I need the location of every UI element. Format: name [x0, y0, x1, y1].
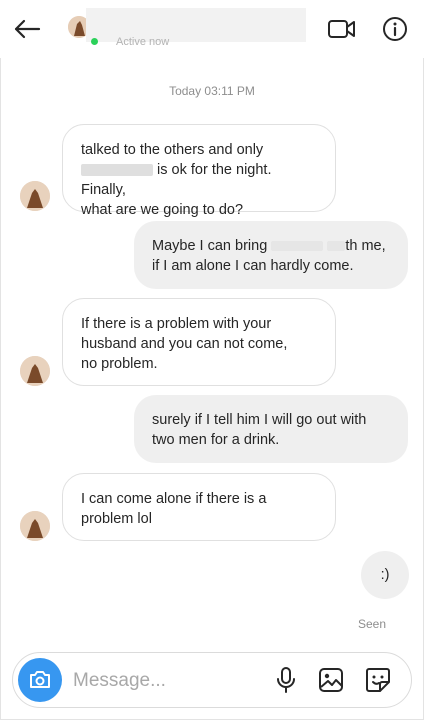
message-line: if I am alone I can hardly come.	[152, 258, 354, 274]
voice-message-button[interactable]	[271, 665, 301, 695]
message-line: :)	[380, 567, 390, 583]
message-bubble-sent[interactable]: :)	[361, 551, 409, 599]
message-line-text: Maybe I can bring	[152, 238, 268, 254]
info-button[interactable]	[380, 14, 410, 44]
message-input[interactable]	[71, 665, 265, 697]
gallery-button[interactable]	[316, 665, 346, 695]
info-icon	[383, 17, 407, 41]
message-line: surely if I tell him I will go out with	[152, 412, 367, 428]
video-call-button[interactable]	[326, 14, 358, 44]
active-status-dot	[91, 38, 98, 45]
message-bubble-received[interactable]: talked to the others and only is ok for …	[62, 124, 336, 218]
message-bubble-sent[interactable]: Maybe I can bring th me, if I am alone I…	[134, 221, 408, 289]
message-line: I can come alone if there is a	[81, 491, 267, 507]
camera-button[interactable]	[18, 658, 62, 702]
image-icon	[319, 668, 343, 692]
message-bubble-received[interactable]: I can come alone if there is a problem l…	[62, 473, 336, 541]
camera-icon	[30, 671, 50, 688]
sender-avatar[interactable]	[20, 511, 50, 541]
message-line: husband and you can not come,	[81, 336, 288, 352]
message-composer	[12, 652, 412, 708]
message-line: Maybe I can bring th me,	[152, 236, 390, 256]
seen-indicator: Seen	[358, 617, 387, 631]
message-line: is ok for the night. Finally,	[81, 160, 317, 200]
message-line: what are we going to do?	[81, 202, 244, 218]
thread-timestamp: Today 03:11 PM	[169, 84, 255, 98]
sender-avatar[interactable]	[20, 181, 50, 211]
microphone-icon	[277, 667, 295, 693]
redacted-name	[81, 164, 153, 177]
message-line: problem lol	[81, 511, 152, 527]
message-bubble-sent[interactable]: surely if I tell him I will go out with …	[134, 395, 408, 463]
sticker-icon	[366, 668, 390, 692]
message-bubble-received[interactable]: If there is a problem with your husband …	[62, 298, 336, 386]
redacted-text	[271, 241, 324, 252]
chat-header: Active now	[0, 0, 424, 58]
message-line: talked to the others and only	[81, 142, 264, 158]
back-button[interactable]	[10, 12, 44, 46]
arrow-left-icon	[14, 19, 41, 39]
video-camera-icon	[328, 20, 355, 38]
sender-avatar[interactable]	[20, 356, 50, 386]
active-status-text: Active now	[116, 36, 170, 48]
sticker-button[interactable]	[363, 665, 393, 695]
message-line: no problem.	[81, 356, 158, 372]
redacted-text	[327, 241, 346, 252]
message-line: If there is a problem with your	[81, 316, 272, 332]
message-line-text: th me,	[345, 238, 386, 254]
message-line: two men for a drink.	[152, 432, 280, 448]
